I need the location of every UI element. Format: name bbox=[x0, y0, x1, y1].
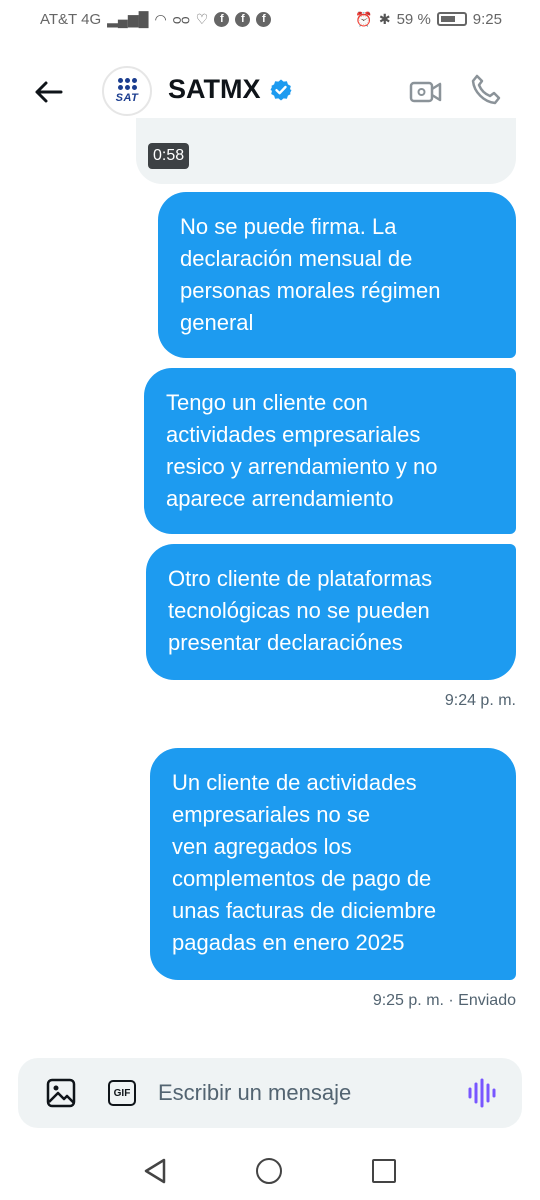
message-timestamp: 9:24 p. m. bbox=[444, 692, 516, 709]
message-bubble[interactable]: Otro cliente de plataformas tecnológicas… bbox=[146, 544, 516, 680]
nav-home-icon[interactable] bbox=[256, 1158, 282, 1184]
back-button[interactable] bbox=[28, 72, 68, 112]
message-text: Un cliente de actividades empresariales … bbox=[172, 770, 437, 955]
signal-icon: ▂▄▆█ bbox=[107, 10, 149, 27]
sat-logo-icon bbox=[117, 78, 137, 90]
message-timestamp-sent: 9:25 p. m. · Enviado bbox=[372, 992, 516, 1009]
video-call-icon[interactable] bbox=[408, 74, 444, 110]
gif-button[interactable]: GIF bbox=[108, 1080, 136, 1106]
heart-icon: ♡ bbox=[195, 10, 209, 27]
phone-call-icon[interactable] bbox=[468, 72, 504, 108]
conversation-header: SAT SATMX bbox=[0, 56, 540, 126]
alarm-icon: ⏰ bbox=[355, 10, 373, 27]
page-title: SATMX bbox=[168, 74, 261, 104]
message-text: Tengo un cliente con actividades empresa… bbox=[166, 390, 438, 511]
verified-badge-icon bbox=[270, 79, 291, 100]
battery-percent: 59 % bbox=[396, 10, 431, 28]
nav-back-icon[interactable] bbox=[142, 1157, 168, 1185]
message-bubble[interactable]: Un cliente de actividades empresariales … bbox=[150, 748, 516, 980]
facebook-icon: f bbox=[256, 11, 272, 27]
audio-message-bubble[interactable] bbox=[136, 118, 516, 184]
nav-recents-icon[interactable] bbox=[372, 1159, 396, 1183]
message-text: No se puede firma. La declaración mensua… bbox=[180, 214, 441, 335]
status-time: 9:25 bbox=[472, 10, 502, 28]
battery-icon bbox=[436, 12, 467, 26]
audio-duration: 0:58 bbox=[148, 143, 190, 169]
title-wrap[interactable]: SATMX bbox=[168, 74, 293, 105]
voicemail-icon: ᴑᴑ bbox=[172, 11, 190, 27]
status-bar: AT&T 4G ▂▄▆█ ◠ ᴑᴑ ♡ f f f ⏰ ✱ 59 % 9:25 bbox=[0, 0, 540, 38]
system-navbar bbox=[0, 1140, 540, 1200]
message-input[interactable] bbox=[158, 1072, 458, 1114]
status-right: ⏰ ✱ 59 % 9:25 bbox=[355, 11, 502, 28]
status-left: AT&T 4G ▂▄▆█ ◠ ᴑᴑ ♡ f f f bbox=[40, 10, 272, 28]
message-bubble[interactable]: No se puede firma. La declaración mensua… bbox=[158, 192, 516, 358]
bluetooth-icon: ✱ bbox=[378, 10, 391, 27]
avatar[interactable]: SAT bbox=[102, 66, 152, 116]
arrow-left-icon bbox=[35, 81, 63, 103]
carrier-label: AT&T 4G bbox=[40, 10, 102, 28]
facebook-icon: f bbox=[235, 11, 251, 27]
voice-message-icon[interactable] bbox=[466, 1078, 498, 1108]
wifi-icon: ◠ bbox=[154, 10, 167, 27]
message-bubble[interactable]: Tengo un cliente con actividades empresa… bbox=[144, 368, 516, 534]
avatar-logo-text: SAT bbox=[115, 92, 139, 104]
image-icon[interactable] bbox=[46, 1078, 76, 1108]
facebook-icon: f bbox=[214, 11, 230, 27]
message-composer: GIF bbox=[18, 1058, 522, 1128]
message-text: Otro cliente de plataformas tecnológicas… bbox=[168, 566, 433, 655]
